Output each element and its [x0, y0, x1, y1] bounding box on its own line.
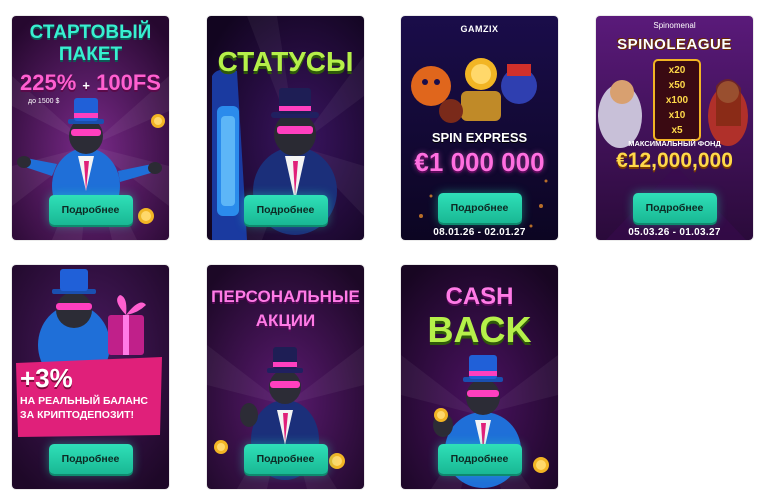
spinoleague-provider: Spinomenal [653, 21, 696, 30]
promo-card-statuses[interactable]: СТАТУСЫ Подробнее [207, 16, 364, 240]
crypto-deposit-line1: НА РЕАЛЬНЫЙ БАЛАНС [20, 395, 149, 407]
statuses-details-button[interactable]: Подробнее [243, 195, 328, 225]
spin-express-dates: 08.01.26 - 02.01.27 [433, 227, 526, 238]
cashback-details-button[interactable]: Подробнее [437, 444, 522, 474]
starter-pack-offer: 225% + 100FS [12, 70, 169, 96]
multiplier-5: x5 [671, 125, 683, 136]
crypto-deposit-details-button[interactable]: Подробнее [48, 444, 133, 474]
promo-card-cashback[interactable]: CASH BACK Подробнее [401, 265, 558, 489]
spinoleague-multipliers: x20 x50 x100 x10 x5 [654, 63, 700, 138]
crypto-deposit-percent: +3% [20, 363, 73, 393]
multiplier-3: x100 [665, 95, 689, 106]
spinoleague-dates: 05.03.26 - 01.03.27 [628, 227, 721, 238]
statuses-title: СТАТУСЫ [217, 46, 354, 77]
spinoleague-prize: €12,000,000 [616, 149, 733, 172]
promo-card-spin-express[interactable]: GAMZIX SPIN EXPRESS €1 000 000 Подробнее… [401, 16, 558, 240]
promo-card-crypto-deposit[interactable]: +3% НА РЕАЛЬНЫЙ БАЛАНС ЗА КРИПТОДЕПОЗИТ!… [12, 265, 169, 489]
starter-pack-offer-plus: + [82, 78, 91, 93]
promo-card-starter-pack[interactable]: СТАРТОВЫЙ ПАКЕТ 225% + 100FS до 1500 $ П… [12, 16, 169, 240]
starter-pack-title-line1: СТАРТОВЫЙ [29, 22, 152, 43]
multiplier-2: x50 [668, 80, 686, 91]
starter-pack-offer-percent: 225% [20, 70, 77, 95]
spinoleague-details-button[interactable]: Подробнее [632, 193, 717, 223]
spin-express-provider: GAMZIX [460, 24, 499, 34]
personal-promos-details-button[interactable]: Подробнее [243, 444, 328, 474]
cashback-title-line1: CASH [445, 283, 514, 310]
starter-pack-offer-freespins: 100FS [96, 70, 161, 95]
starter-pack-offer-subtext: до 1500 $ [28, 98, 60, 105]
multiplier-4: x10 [668, 110, 686, 121]
promo-card-spinoleague[interactable]: Spinomenal SPINOLEAGUE x20 x50 x100 x10 … [596, 16, 753, 240]
cashback-title-line2: BACK [427, 309, 532, 350]
promo-card-personal-promos[interactable]: ПЕРСОНАЛЬНЫЕ АКЦИИ Подробнее [207, 265, 364, 489]
starter-pack-title-line2: ПАКЕТ [58, 44, 123, 65]
spin-express-details-button[interactable]: Подробнее [437, 193, 522, 223]
spinoleague-fund-label: МАКСИМАЛЬНЫЙ ФОНД [628, 139, 721, 148]
personal-promos-title-line2: АКЦИИ [255, 311, 316, 330]
spin-express-game-title: SPIN EXPRESS [431, 130, 528, 145]
spin-express-prize: €1 000 000 [414, 147, 545, 177]
personal-promos-title-line1: ПЕРСОНАЛЬНЫЕ [211, 287, 360, 306]
starter-pack-details-button[interactable]: Подробнее [48, 195, 133, 225]
multiplier-1: x20 [668, 65, 686, 76]
crypto-deposit-line2: ЗА КРИПТОДЕПОЗИТ! [20, 409, 134, 421]
spinoleague-game-title: SPINOLEAGUE [617, 36, 732, 53]
